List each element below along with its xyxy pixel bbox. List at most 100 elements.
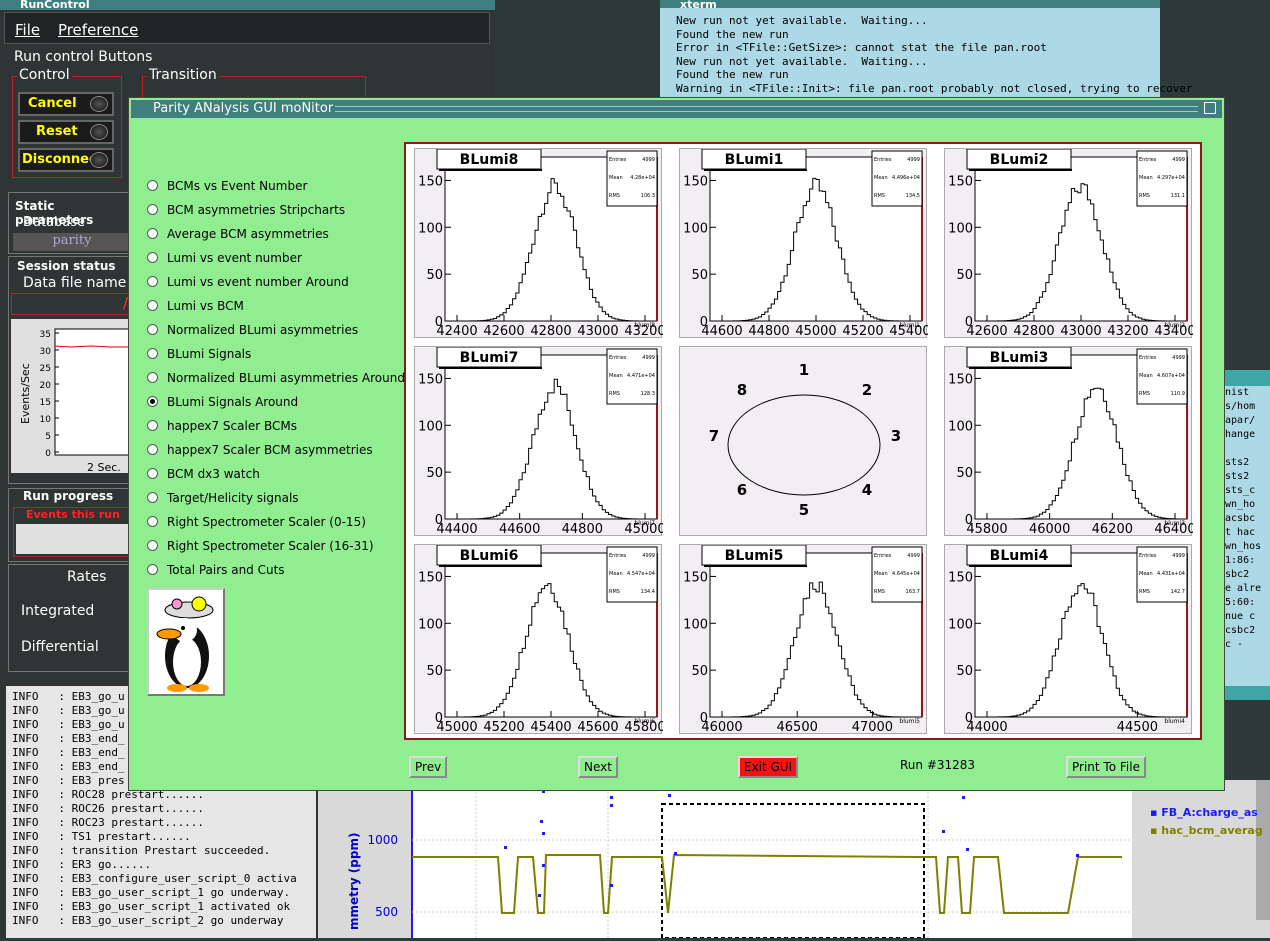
- strip-ytick-1000: 1000: [367, 833, 398, 847]
- plot-option-label: BLumi Signals: [167, 347, 252, 361]
- xterm-line: Found the new run: [676, 68, 789, 81]
- radio-icon[interactable]: [147, 252, 158, 263]
- pan-titlebar[interactable]: Parity ANalysis GUI moNitor: [131, 100, 1222, 118]
- y-tick-label: 100: [948, 419, 973, 434]
- cancel-button[interactable]: Cancel: [18, 92, 114, 116]
- data-file-field[interactable]: /: [11, 293, 133, 315]
- histogram-pad[interactable]: 150 100 50 0 44600 44800 45000 45200 45400 blumi1…: [679, 148, 931, 339]
- log-line: INFO : EB3_go_user_script_2 go underway: [12, 914, 284, 927]
- terminal-line: h: [1219, 442, 1270, 456]
- plot-option[interactable]: happex7 Scaler BCM asymmetries: [147, 440, 373, 460]
- radio-icon[interactable]: [147, 204, 158, 215]
- plot-option[interactable]: BLumi Signals Around: [147, 392, 298, 412]
- plot-option[interactable]: Right Spectrometer Scaler (16-31): [147, 536, 374, 556]
- radio-icon[interactable]: [147, 492, 158, 503]
- radio-icon[interactable]: [147, 276, 158, 287]
- histogram-title: BLumi8: [460, 152, 519, 168]
- y-tick-label: 50: [426, 268, 443, 283]
- detector-diagram-pad[interactable]: 1 2 3 4 5 6 7 8: [679, 346, 927, 536]
- stats-value-rms: 106.3: [641, 193, 655, 199]
- log-line: INFO : EB3_configure_user_script_0 activ…: [12, 872, 297, 885]
- histogram-pad[interactable]: 150 100 50 0 44000 44500 blumi4 BLumi4 Entries 49…: [944, 544, 1192, 735]
- y-tick-label: 150: [948, 570, 973, 585]
- log-line: INFO : EB3_go_user_script_1 go underway.: [12, 886, 291, 899]
- histogram-pad[interactable]: 150 100 50 0 44400 44600 44800 45000 blumi7 BLumi…: [414, 346, 666, 537]
- log-line: INFO : TS1 prestart......: [12, 830, 191, 843]
- reset-button[interactable]: Reset: [18, 120, 114, 144]
- radio-icon[interactable]: [147, 228, 158, 239]
- x-tick-label: 44800: [562, 522, 603, 537]
- radio-icon[interactable]: [147, 444, 158, 455]
- print-to-file-button[interactable]: Print To File: [1066, 756, 1146, 778]
- stats-label: Mean: [609, 373, 623, 379]
- histogram-pad[interactable]: 150 100 50 0 45800 46000 46200 46400 blumi3 BLumi…: [944, 346, 1196, 537]
- rate-tick-label: 25: [40, 364, 51, 374]
- disconnect-button[interactable]: Disconnect: [18, 148, 114, 172]
- histogram-pad[interactable]: 150 100 50 0 42400 42600 42800 43000 43200 blumi8…: [414, 148, 666, 339]
- radio-icon[interactable]: [147, 324, 158, 335]
- plot-canvas[interactable]: 150 100 50 0 42400 42600 42800 43000 43200 blumi8…: [404, 142, 1202, 740]
- menu-file[interactable]: File: [15, 21, 40, 39]
- terminal-line: own_hos: [1219, 541, 1262, 552]
- plot-option[interactable]: BCMs vs Event Number: [147, 176, 307, 196]
- x-axis-name: blumi4: [1164, 718, 1185, 725]
- radio-icon[interactable]: [147, 540, 158, 551]
- stats-label: Mean: [874, 571, 888, 577]
- runcontrol-titlebar[interactable]: RunControl: [0, 0, 495, 10]
- radio-icon[interactable]: [147, 372, 158, 383]
- plot-option[interactable]: Lumi vs event number: [147, 248, 302, 268]
- log-line: INFO : EB3_go_user_script_1 activated ok: [12, 900, 291, 913]
- plot-option[interactable]: Average BCM asymmetries: [147, 224, 329, 244]
- plot-option[interactable]: Total Pairs and Cuts: [147, 560, 285, 580]
- x-tick-label: 46200: [1092, 522, 1133, 537]
- terminal-line: own_ho: [1219, 499, 1256, 510]
- plot-option[interactable]: BCM dx3 watch: [147, 464, 260, 484]
- plot-option[interactable]: BCM asymmetries Stripcharts: [147, 200, 345, 220]
- titlebar-grip: [335, 106, 1198, 112]
- plot-option-label: Total Pairs and Cuts: [167, 563, 285, 577]
- plot-option-label: Right Spectrometer Scaler (0-15): [167, 515, 366, 529]
- plot-option[interactable]: Right Spectrometer Scaler (0-15): [147, 512, 366, 532]
- plot-option[interactable]: Normalized BLumi asymmetries Around: [147, 368, 405, 388]
- menu-preference[interactable]: Preference: [58, 21, 138, 39]
- stats-value-mean: 4.28e+04: [630, 175, 655, 181]
- radio-icon[interactable]: [147, 420, 158, 431]
- stats-label: RMS: [874, 589, 885, 595]
- stats-value-rms: 163.7: [906, 589, 920, 595]
- radio-icon[interactable]: [147, 468, 158, 479]
- radio-icon[interactable]: [147, 300, 158, 311]
- plot-option[interactable]: Normalized BLumi asymmetries: [147, 320, 358, 340]
- histogram-pad[interactable]: 150 100 50 0 46000 46500 47000 blumi5 BLumi5 Entr…: [679, 544, 927, 735]
- x-tick-label: 42800: [1013, 324, 1054, 339]
- radio-icon[interactable]: [147, 348, 158, 359]
- y-tick-label: 50: [691, 664, 708, 679]
- plot-option-label: BCMs vs Event Number: [167, 179, 308, 193]
- radio-icon[interactable]: [147, 516, 158, 527]
- radio-icon[interactable]: [147, 396, 158, 407]
- detector-label: 3: [891, 427, 901, 445]
- stats-value-rms: 110.9: [1171, 391, 1185, 397]
- maximize-icon[interactable]: [1204, 102, 1216, 114]
- database-value: parity: [13, 233, 131, 251]
- x-axis-name: blumi1: [899, 322, 920, 329]
- histogram-pad[interactable]: 150 100 50 0 42600 42800 43000 43200 43400 blumi2…: [944, 148, 1196, 339]
- x-tick-label: 45000: [436, 720, 477, 735]
- histogram-pad[interactable]: 150 100 50 0 45000 45200 45400 45600 45800 blumi6…: [414, 544, 666, 735]
- stats-value-entries: 4999: [907, 553, 920, 559]
- plot-option[interactable]: Lumi vs event number Around: [147, 272, 349, 292]
- plot-option[interactable]: BLumi Signals: [147, 344, 251, 364]
- xterm-window[interactable]: xterm New run not yet available. Waiting…: [660, 0, 1193, 108]
- stats-value-entries: 4999: [907, 157, 920, 163]
- radio-icon[interactable]: [147, 564, 158, 575]
- radio-icon[interactable]: [147, 180, 158, 191]
- plot-option[interactable]: happex7 Scaler BCMs: [147, 416, 297, 436]
- prev-button[interactable]: Prev: [409, 756, 448, 778]
- xterm-output: New run not yet available. Waiting... Fou…: [676, 14, 1193, 109]
- plot-option-label: Right Spectrometer Scaler (16-31): [167, 539, 374, 553]
- plot-option[interactable]: Lumi vs BCM: [147, 296, 244, 316]
- next-button[interactable]: Next: [578, 756, 618, 778]
- exit-gui-button[interactable]: Exit GUI: [738, 756, 799, 778]
- rate-x-label: 2 Sec.: [87, 461, 121, 473]
- xterm-titlebar[interactable]: xterm: [660, 0, 1160, 8]
- plot-option[interactable]: Target/Helicity signals: [147, 488, 299, 508]
